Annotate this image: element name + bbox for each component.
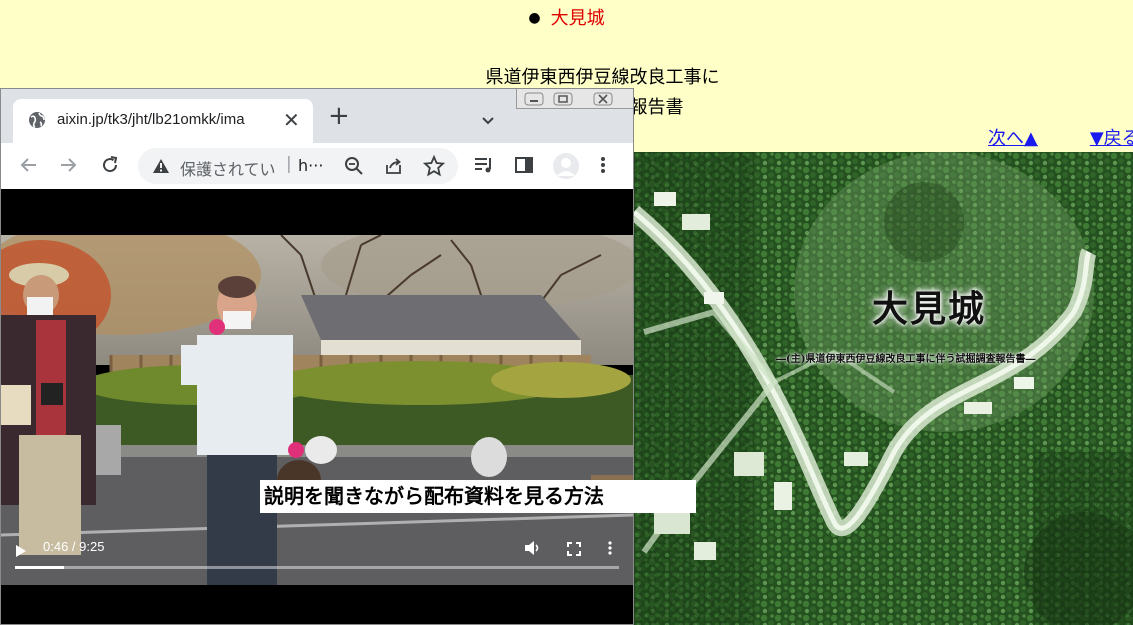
fullscreen-icon[interactable] [567, 541, 581, 560]
video-more-icon[interactable] [607, 540, 613, 560]
tab-strip: aixin.jp/tk3/jht/lb21omkk/ima ✕ + [1, 89, 633, 143]
window-controls [516, 89, 633, 110]
profile-avatar-icon[interactable] [552, 152, 580, 184]
media-controls-icon[interactable] [473, 155, 495, 179]
security-label[interactable]: 保護されてい [180, 156, 276, 180]
cover-title: 大見城 [872, 288, 987, 330]
page-heading: ● 大見城 [0, 4, 1133, 30]
seek-progress [15, 566, 64, 569]
browser-window: aixin.jp/tk3/jht/lb21omkk/ima ✕ + 保護されてい… [0, 88, 634, 625]
tab-search-chevron-icon[interactable] [481, 111, 495, 130]
address-bar[interactable]: 保護されてい | h··· [138, 148, 458, 184]
new-tab-button[interactable]: + [328, 103, 350, 129]
url-text[interactable]: h··· [298, 156, 323, 175]
bookmark-star-icon[interactable] [422, 154, 446, 181]
globe-icon [28, 111, 46, 133]
bullet-icon: ● [528, 10, 541, 26]
forward-arrow-icon[interactable] [58, 155, 78, 179]
tab-close-icon[interactable]: ✕ [283, 108, 300, 132]
video-player[interactable]: 0:46 / 9:25 [1, 189, 633, 624]
aerial-photo [634, 152, 1133, 625]
next-link[interactable]: 次へ▲ [988, 128, 1038, 149]
video-controls: 0:46 / 9:25 [1, 529, 633, 579]
back-arrow-icon[interactable] [19, 155, 39, 179]
back-link[interactable]: ▼戻る [1090, 128, 1133, 149]
video-time: 0:46 / 9:25 [43, 539, 105, 554]
side-panel-icon[interactable] [514, 155, 534, 179]
zoom-icon[interactable] [344, 156, 364, 180]
reload-icon[interactable] [100, 155, 120, 179]
minimize-button[interactable] [524, 91, 544, 110]
page-navigation: 次へ▲ ▼戻る [988, 124, 1133, 150]
browser-tab[interactable]: aixin.jp/tk3/jht/lb21omkk/ima ✕ [13, 99, 313, 143]
warning-icon[interactable] [152, 158, 170, 178]
volume-icon[interactable] [524, 540, 542, 560]
more-menu-icon[interactable] [599, 155, 607, 179]
play-icon[interactable] [15, 543, 27, 562]
instruction-caption: 説明を聞きながら配布資料を見る方法 [260, 480, 696, 513]
browser-toolbar: 保護されてい | h··· [1, 143, 633, 189]
seek-bar[interactable] [15, 566, 619, 569]
close-window-button[interactable] [593, 91, 613, 110]
cover-subtitle: ―(主)県道伊東西伊豆線改良工事に伴う試掘調査報告書― [776, 354, 1036, 365]
address-divider: | [286, 154, 292, 174]
report-cover-image: 大見城 ―(主)県道伊東西伊豆線改良工事に伴う試掘調査報告書― [634, 152, 1133, 625]
maximize-button[interactable] [553, 91, 573, 110]
share-icon[interactable] [384, 156, 404, 180]
page-heading-text: 大見城 [550, 8, 605, 29]
tab-title: aixin.jp/tk3/jht/lb21omkk/ima [57, 111, 245, 128]
